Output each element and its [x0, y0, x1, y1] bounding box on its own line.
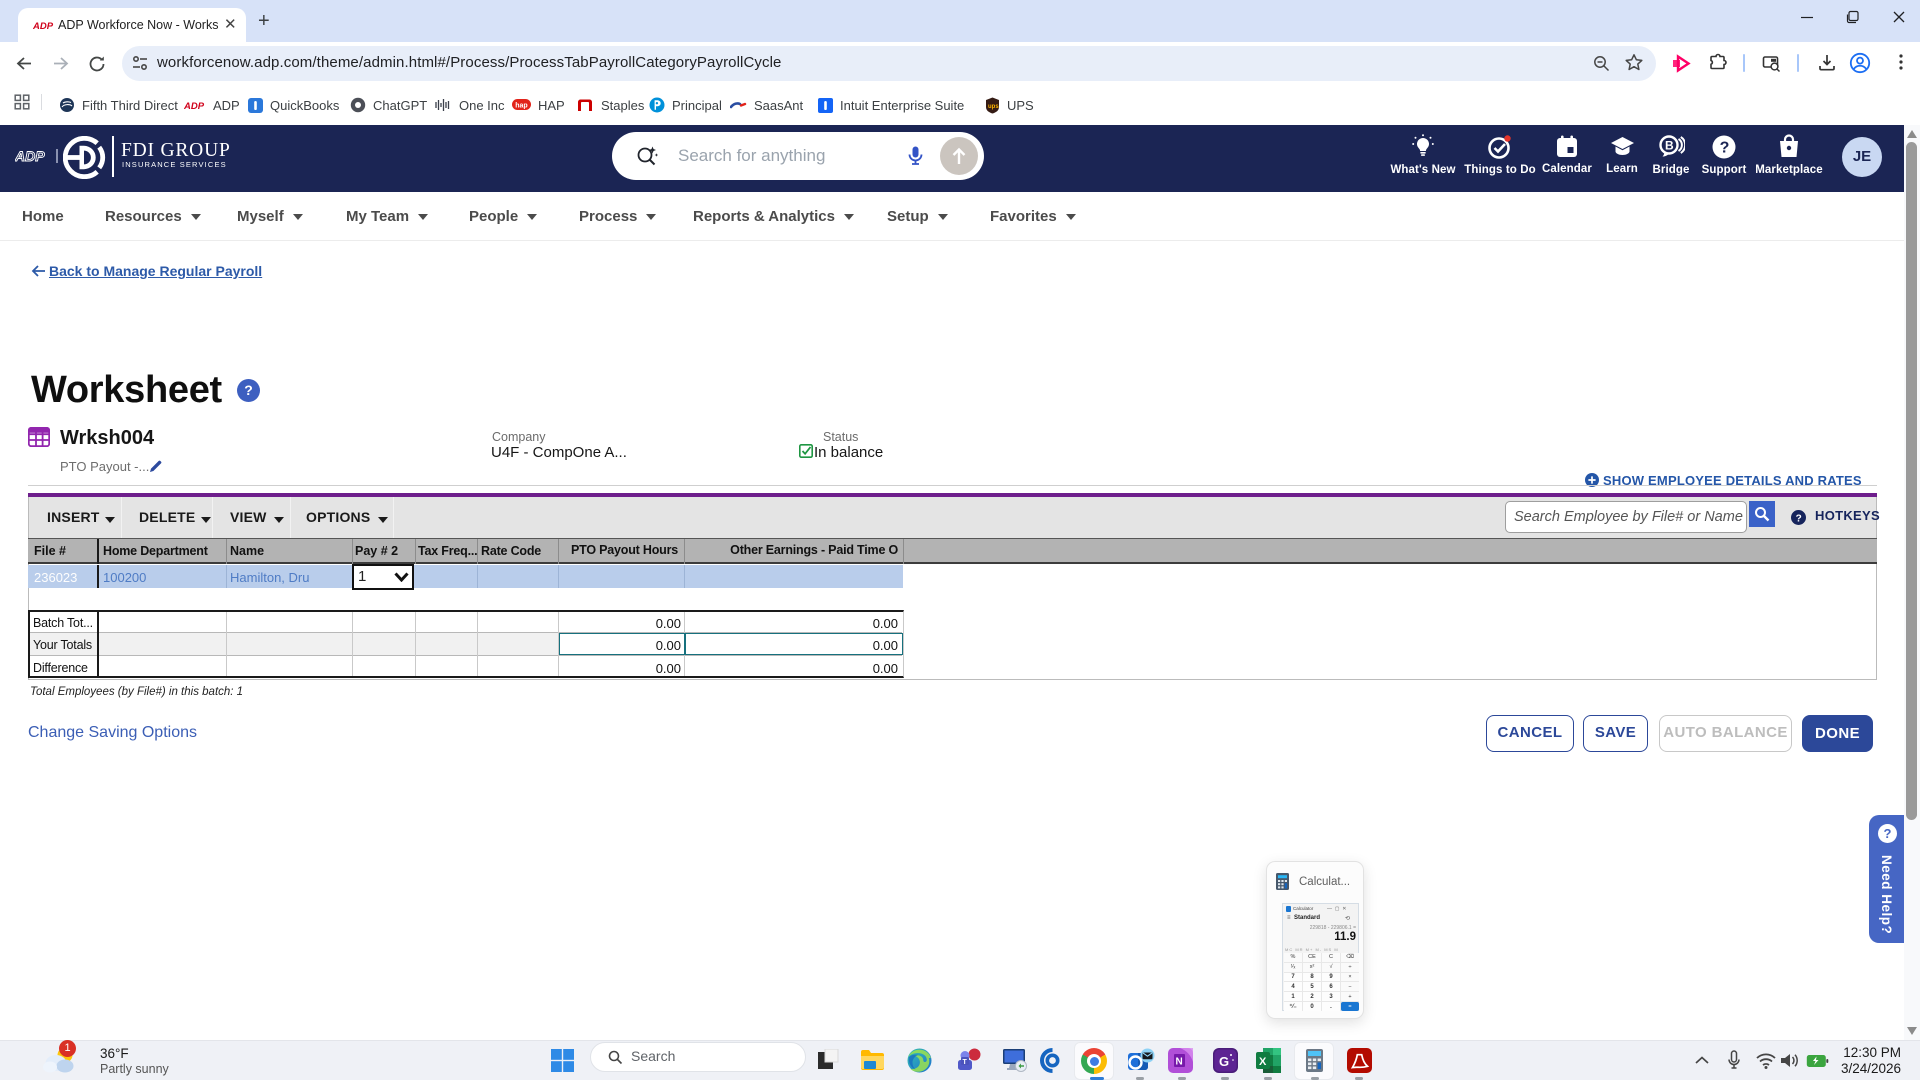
svg-text:ADP: ADP	[184, 101, 205, 111]
svg-text:B: B	[1665, 139, 1674, 153]
svg-text:?: ?	[1720, 140, 1730, 157]
svg-text:ADP: ADP	[15, 148, 45, 164]
svg-text:T: T	[963, 1059, 968, 1066]
svg-text:N: N	[1176, 1057, 1183, 1068]
svg-text:X: X	[1259, 1056, 1267, 1068]
svg-text:ADP: ADP	[33, 21, 54, 32]
svg-text:?: ?	[1796, 513, 1802, 524]
svg-text:ups: ups	[988, 104, 999, 110]
svg-text:G: G	[1219, 1054, 1229, 1069]
svg-text:hap: hap	[515, 103, 527, 110]
